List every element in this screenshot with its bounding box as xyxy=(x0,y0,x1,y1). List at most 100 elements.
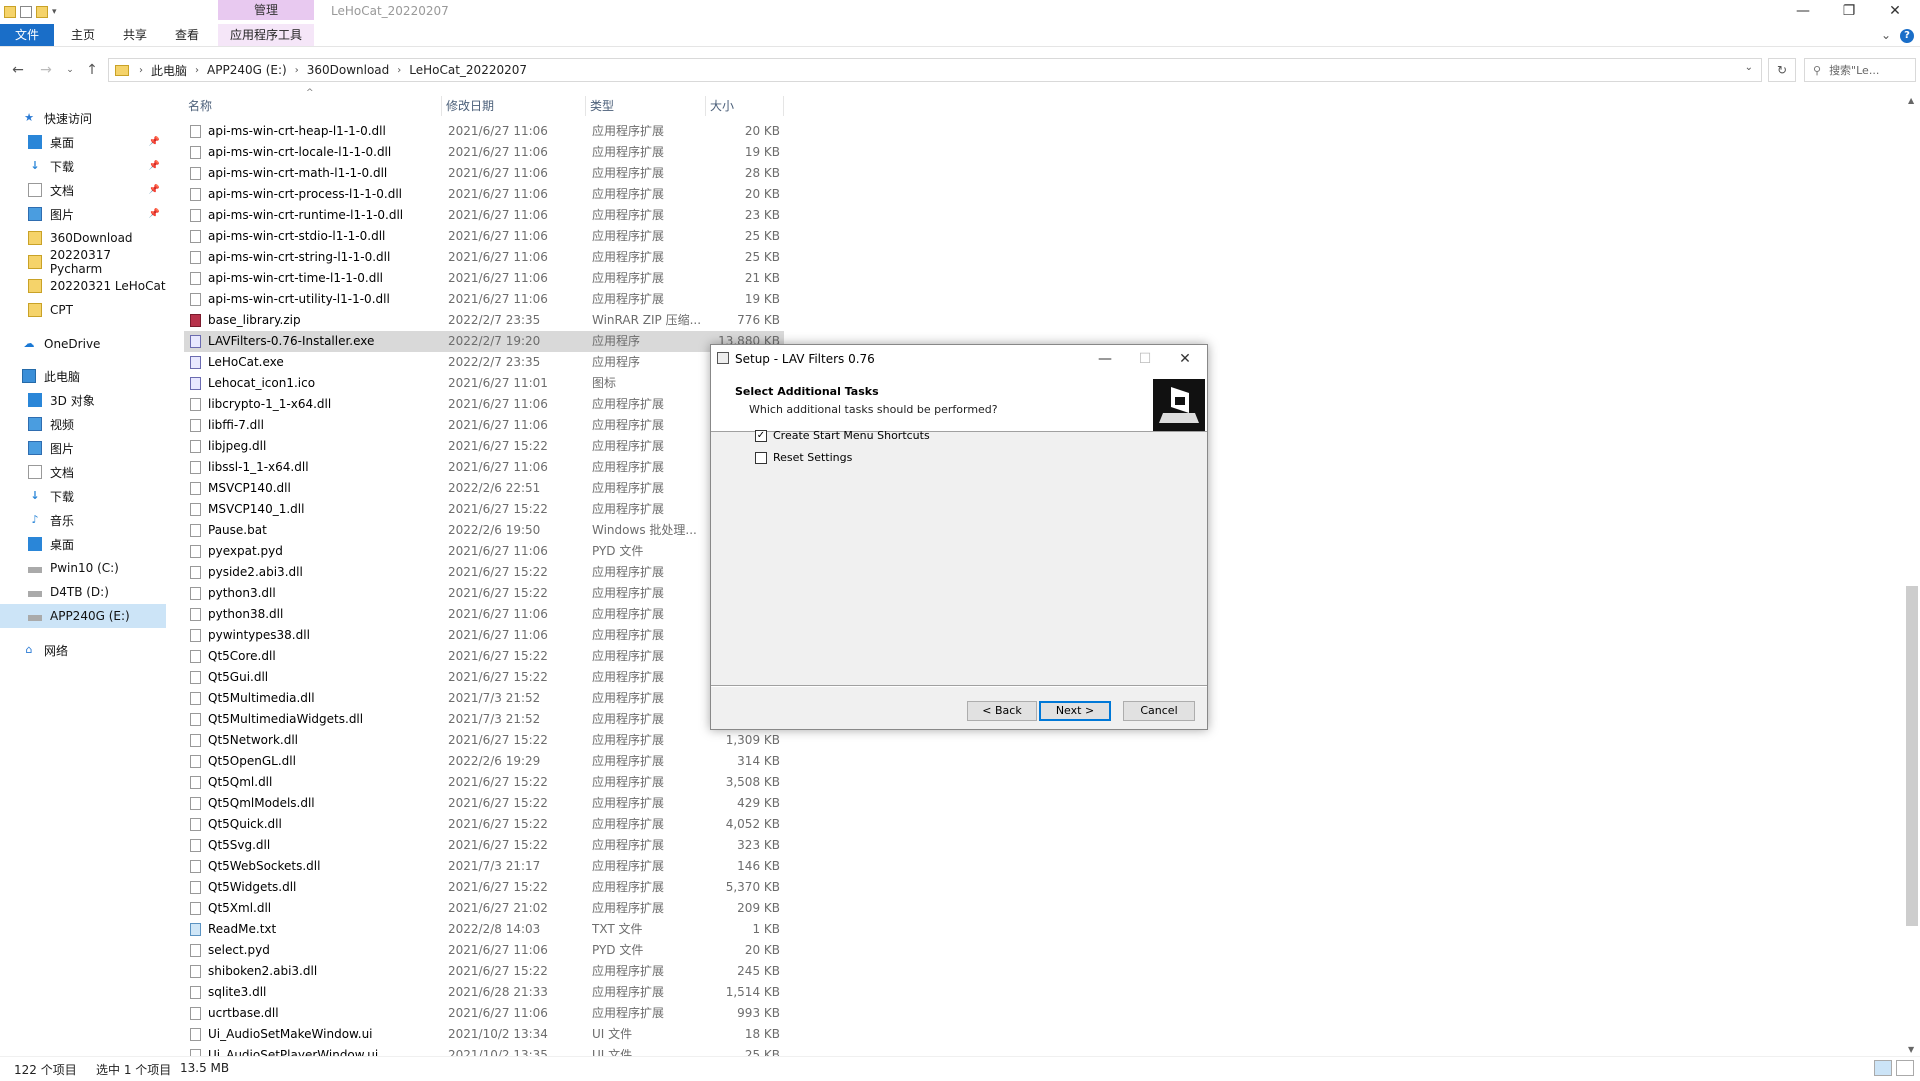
nav-item[interactable]: ↓ 下载 📌 xyxy=(0,154,166,178)
help-icon[interactable]: ? xyxy=(1900,29,1914,43)
back-button[interactable]: < Back xyxy=(967,701,1037,721)
details-view-icon[interactable] xyxy=(1874,1060,1892,1076)
pin-icon[interactable]: 📌 xyxy=(149,137,160,147)
file-row[interactable]: Qt5MultimediaWidgets.dll 2021/7/3 21:52 应用… xyxy=(184,709,784,730)
scrollbar-thumb[interactable] xyxy=(1906,586,1918,926)
file-row[interactable]: Qt5Widgets.dll 2021/6/27 15:22 应用程序扩展 5,370… xyxy=(184,877,784,898)
nav-item[interactable]: 20220317 Pycharm xyxy=(0,248,166,276)
nav-item[interactable]: ☁ OneDrive xyxy=(0,332,166,356)
nav-item[interactable]: CPT xyxy=(0,298,166,322)
file-row[interactable]: pyside2.abi3.dll 2021/6/27 15:22 应用程序扩展 xyxy=(184,562,784,583)
chevron-down-icon[interactable]: ⌄ xyxy=(1745,62,1753,73)
nav-item[interactable]: 图片 📌 xyxy=(0,202,166,226)
file-row[interactable]: Qt5QmlModels.dll 2021/6/27 15:22 应用程序扩展 429… xyxy=(184,793,784,814)
file-row[interactable]: sqlite3.dll 2021/6/28 21:33 应用程序扩展 1,514 KB xyxy=(184,982,784,1003)
forward-arrow-icon[interactable]: → xyxy=(36,60,56,80)
nav-item[interactable]: 桌面 xyxy=(0,532,166,556)
file-row[interactable]: pyexpat.pyd 2021/6/27 11:06 PYD 文件 xyxy=(184,541,784,562)
file-row[interactable]: Pause.bat 2022/2/6 19:50 Windows 批处理... xyxy=(184,520,784,541)
pin-icon[interactable]: 📌 xyxy=(149,161,160,171)
nav-item[interactable]: ⌂ 网络 xyxy=(0,638,166,662)
file-row[interactable]: api-ms-win-crt-heap-l1-1-0.dll 2021/6/27 … xyxy=(184,121,784,142)
scroll-down-icon[interactable]: ▼ xyxy=(1908,1045,1914,1054)
file-row[interactable]: Qt5Quick.dll 2021/6/27 15:22 应用程序扩展 4,052 K… xyxy=(184,814,784,835)
nav-item[interactable]: 桌面 📌 xyxy=(0,130,166,154)
file-row[interactable]: select.pyd 2021/6/27 11:06 PYD 文件 20 KB xyxy=(184,940,784,961)
nav-item[interactable]: Pwin10 (C:) xyxy=(0,556,166,580)
nav-item[interactable]: 此电脑 xyxy=(0,364,166,388)
breadcrumb-current-folder[interactable]: LeHoCat_20220207 xyxy=(409,63,527,77)
file-row[interactable]: Qt5Qml.dll 2021/6/27 15:22 应用程序扩展 3,508 KB xyxy=(184,772,784,793)
file-row[interactable]: api-ms-win-crt-stdio-l1-1-0.dll 2021/6/27… xyxy=(184,226,784,247)
nav-item[interactable]: 图片 xyxy=(0,436,166,460)
file-row[interactable]: libjpeg.dll 2021/6/27 15:22 应用程序扩展 xyxy=(184,436,784,457)
pin-icon[interactable]: 📌 xyxy=(149,185,160,195)
file-row[interactable]: Ui_AudioSetMakeWindow.ui 2021/10/2 13:34 U… xyxy=(184,1024,784,1045)
nav-item[interactable]: 文档 xyxy=(0,460,166,484)
file-row[interactable]: python3.dll 2021/6/27 15:22 应用程序扩展 xyxy=(184,583,784,604)
file-row[interactable]: Qt5Svg.dll 2021/6/27 15:22 应用程序扩展 323 KB xyxy=(184,835,784,856)
dialog-minimize-button[interactable]: — xyxy=(1085,345,1125,373)
breadcrumb-360download[interactable]: 360Download xyxy=(307,63,390,77)
file-row[interactable]: api-ms-win-crt-runtime-l1-1-0.dll 2021/6/… xyxy=(184,205,784,226)
file-row[interactable]: api-ms-win-crt-time-l1-1-0.dll 2021/6/27 … xyxy=(184,268,784,289)
address-bar[interactable]: › 此电脑 › APP240G (E:) › 360Download › LeH… xyxy=(108,58,1762,82)
folder-icon[interactable] xyxy=(4,6,16,18)
task-create-start-menu-shortcuts[interactable]: ✓ Create Start Menu Shortcuts xyxy=(755,429,930,442)
file-row[interactable]: LAVFilters-0.76-Installer.exe 2022/2/7 19… xyxy=(184,331,784,352)
nav-item[interactable]: 文档 📌 xyxy=(0,178,166,202)
file-row[interactable]: pywintypes38.dll 2021/6/27 11:06 应用程序扩展 xyxy=(184,625,784,646)
file-row[interactable]: libssl-1_1-x64.dll 2021/6/27 11:06 应用程序扩展 xyxy=(184,457,784,478)
chevron-right-icon[interactable]: › xyxy=(295,65,299,76)
file-row[interactable]: api-ms-win-crt-string-l1-1-0.dll 2021/6/2… xyxy=(184,247,784,268)
pin-icon[interactable]: 📌 xyxy=(149,209,160,219)
nav-item[interactable]: 360Download xyxy=(0,226,166,250)
checkbox-checked-icon[interactable]: ✓ xyxy=(755,429,767,442)
tab-home[interactable]: 主页 xyxy=(62,24,104,46)
file-row[interactable]: Qt5Xml.dll 2021/6/27 21:02 应用程序扩展 209 KB xyxy=(184,898,784,919)
file-row[interactable]: ReadMe.txt 2022/2/8 14:03 TXT 文件 1 KB xyxy=(184,919,784,940)
ribbon-collapse-icon[interactable]: ⌄ xyxy=(1876,24,1896,46)
minimize-button[interactable]: — xyxy=(1780,0,1826,24)
file-row[interactable]: MSVCP140.dll 2022/2/6 22:51 应用程序扩展 xyxy=(184,478,784,499)
tab-file[interactable]: 文件 xyxy=(0,24,54,46)
file-row[interactable]: api-ms-win-crt-utility-l1-1-0.dll 2021/6/… xyxy=(184,289,784,310)
nav-item[interactable]: D4TB (D:) xyxy=(0,580,166,604)
maximize-button[interactable]: ❐ xyxy=(1826,0,1872,24)
dialog-close-button[interactable]: ✕ xyxy=(1165,345,1205,373)
column-header-size[interactable]: 大小 xyxy=(706,96,784,116)
nav-item[interactable]: APP240G (E:) xyxy=(0,604,166,628)
file-row[interactable]: libffi-7.dll 2021/6/27 11:06 应用程序扩展 xyxy=(184,415,784,436)
column-header-name[interactable]: 名称 xyxy=(184,96,442,116)
tab-application-tools[interactable]: 应用程序工具 xyxy=(218,24,314,46)
checkbox-unchecked-icon[interactable] xyxy=(755,451,767,464)
next-button[interactable]: Next > xyxy=(1039,701,1111,721)
tab-view[interactable]: 查看 xyxy=(166,24,208,46)
file-row[interactable]: Qt5Multimedia.dll 2021/7/3 21:52 应用程序扩展 xyxy=(184,688,784,709)
nav-item[interactable]: 视频 xyxy=(0,412,166,436)
nav-item[interactable]: ↓ 下载 xyxy=(0,484,166,508)
file-row[interactable]: Lehocat_icon1.ico 2021/6/27 11:01 图标 xyxy=(184,373,784,394)
chevron-right-icon[interactable]: › xyxy=(195,65,199,76)
manage-context-tab[interactable]: 管理 xyxy=(218,0,314,20)
file-row[interactable]: Qt5OpenGL.dll 2022/2/6 19:29 应用程序扩展 314 KB xyxy=(184,751,784,772)
customize-qat-icon[interactable]: ▾ xyxy=(52,7,57,17)
file-row[interactable]: Qt5WebSockets.dll 2021/7/3 21:17 应用程序扩展 146… xyxy=(184,856,784,877)
recent-locations-icon[interactable]: ⌄ xyxy=(60,60,80,80)
close-button[interactable]: ✕ xyxy=(1872,0,1918,24)
cancel-button[interactable]: Cancel xyxy=(1123,701,1195,721)
file-row[interactable]: python38.dll 2021/6/27 11:06 应用程序扩展 xyxy=(184,604,784,625)
file-row[interactable]: Qt5Core.dll 2021/6/27 15:22 应用程序扩展 xyxy=(184,646,784,667)
file-row[interactable]: base_library.zip 2022/2/7 23:35 WinRAR ZIP… xyxy=(184,310,784,331)
file-row[interactable]: ucrtbase.dll 2021/6/27 11:06 应用程序扩展 993 KB xyxy=(184,1003,784,1024)
nav-item[interactable]: ♪ 音乐 xyxy=(0,508,166,532)
nav-item[interactable]: 20220321 LeHoCat xyxy=(0,274,166,298)
nav-item[interactable]: 3D 对象 xyxy=(0,388,166,412)
chevron-right-icon[interactable]: › xyxy=(397,65,401,76)
nav-item[interactable]: ★ 快速访问 xyxy=(0,106,166,130)
file-row[interactable]: api-ms-win-crt-math-l1-1-0.dll 2021/6/27 … xyxy=(184,163,784,184)
file-row[interactable]: Qt5Gui.dll 2021/6/27 15:22 应用程序扩展 xyxy=(184,667,784,688)
file-row[interactable]: Qt5Network.dll 2021/6/27 15:22 应用程序扩展 1,309… xyxy=(184,730,784,751)
properties-icon[interactable] xyxy=(20,6,32,18)
file-row[interactable]: api-ms-win-crt-locale-l1-1-0.dll 2021/6/2… xyxy=(184,142,784,163)
